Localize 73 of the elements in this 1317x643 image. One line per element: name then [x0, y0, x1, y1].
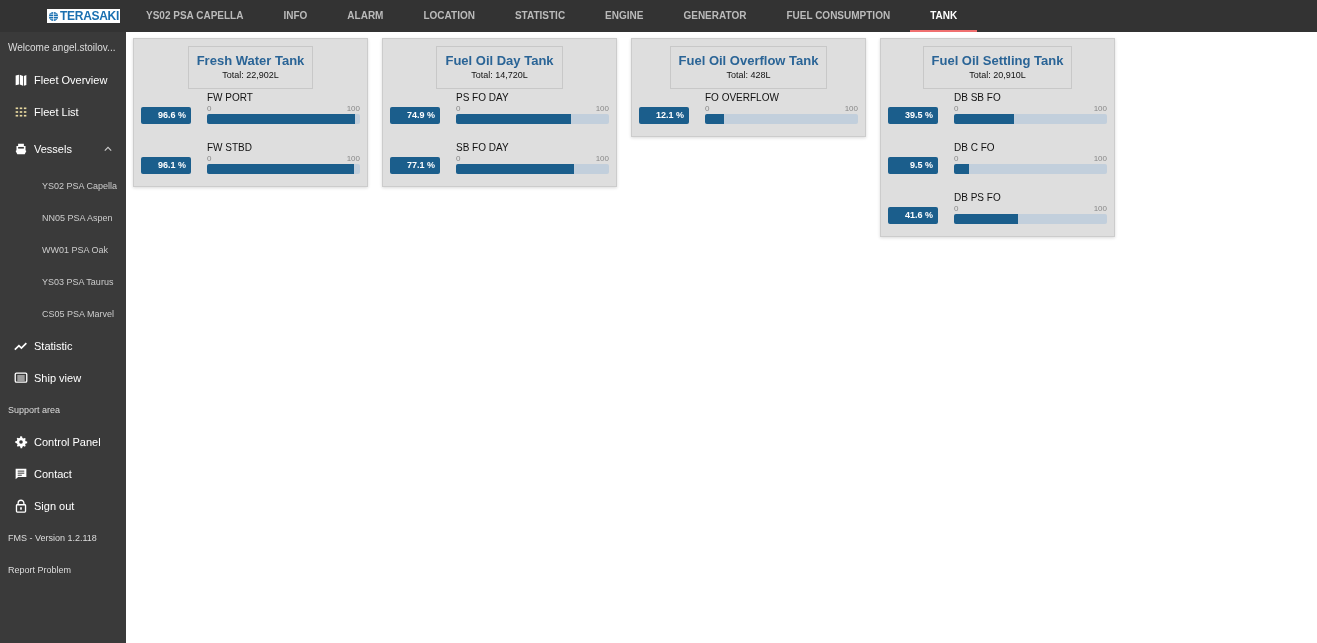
scale-max: 100: [1093, 205, 1107, 213]
logo-text: TERASAKI: [60, 9, 119, 23]
sidebar-link[interactable]: Report Problem: [0, 554, 126, 586]
sidebar-link[interactable]: FMS - Version 1.2.118: [0, 522, 126, 554]
tank-title: Fuel Oil Day Tank: [445, 53, 554, 68]
nav-tab[interactable]: INFO: [263, 0, 328, 32]
scale-max: 100: [346, 155, 360, 163]
scale-max: 100: [595, 155, 609, 163]
tank-total: Total: 14,720L: [470, 70, 529, 80]
tank-title: Fuel Oil Settling Tank: [931, 53, 1064, 68]
scale-max: 100: [346, 105, 360, 113]
nav-tab[interactable]: ALARM: [327, 0, 404, 32]
tank-title: Fuel Oil Overflow Tank: [678, 53, 819, 68]
gauge-label: DB C FO: [954, 142, 996, 153]
gauge-label: FW STBD: [207, 142, 253, 153]
nav-tab[interactable]: TANK: [910, 0, 978, 32]
scale-max: 100: [1093, 155, 1107, 163]
scale-min: 0: [705, 105, 710, 113]
scale-min: 0: [207, 105, 212, 113]
gauge-label: FW PORT: [207, 92, 254, 103]
tank-total: Total: 428L: [725, 70, 772, 80]
gauge-label: DB SB FO: [954, 92, 1002, 103]
tank-title: Fresh Water Tank: [196, 53, 305, 68]
map-icon: [14, 73, 28, 87]
vessel-item[interactable]: CS05 PSA Marvel: [0, 298, 126, 330]
vessel-item[interactable]: WW01 PSA Oak: [0, 234, 126, 266]
chat-icon: [14, 467, 28, 481]
sidebar-item[interactable]: Control Panel: [0, 426, 126, 458]
gauge-label: SB FO DAY: [456, 142, 510, 153]
sidebar-item[interactable]: Vessels: [0, 128, 126, 170]
percentage-badge: 41.6 %: [888, 207, 938, 224]
sidebar-item[interactable]: Sign out: [0, 490, 126, 522]
percentage-badge: 96.1 %: [141, 157, 191, 174]
nav-tab[interactable]: STATISTIC: [494, 0, 586, 32]
sidebar-item[interactable]: Statistic: [0, 330, 126, 362]
lock-icon: [14, 499, 28, 513]
scale-min: 0: [456, 155, 461, 163]
settings-icon: [14, 435, 28, 449]
scale-max: 100: [1093, 105, 1107, 113]
gauge-label: PS FO DAY: [456, 92, 510, 103]
tank-total: Total: 20,910L: [968, 70, 1027, 80]
scale-min: 0: [207, 155, 212, 163]
scale-min: 0: [954, 205, 959, 213]
vessel-item[interactable]: YS02 PSA Capella: [0, 170, 126, 202]
percentage-badge: 74.9 %: [390, 107, 440, 124]
percentage-badge: 9.5 %: [888, 157, 938, 174]
vessel-item[interactable]: NN05 PSA Aspen: [0, 202, 126, 234]
nav-tab[interactable]: ENGINE: [585, 0, 664, 32]
sidebar-item[interactable]: Fleet Overview: [0, 64, 126, 96]
nav-tab[interactable]: FUEL CONSUMPTION: [766, 0, 911, 32]
nav-tab[interactable]: LOCATION: [403, 0, 495, 32]
scale-max: 100: [595, 105, 609, 113]
gauge-label: FO OVERFLOW: [705, 92, 780, 103]
percentage-badge: 77.1 %: [390, 157, 440, 174]
gauge-label: DB PS FO: [954, 192, 1002, 203]
sidebar-item[interactable]: Contact: [0, 458, 126, 490]
sidebar-item[interactable]: Ship view: [0, 362, 126, 394]
percentage-badge: 12.1 %: [639, 107, 689, 124]
nav-tab[interactable]: YS02 PSA CAPELLA: [126, 0, 264, 32]
screen-icon: [14, 371, 28, 385]
scale-min: 0: [954, 155, 959, 163]
percentage-badge: 96.6 %: [141, 107, 191, 124]
sidebar-item[interactable]: Fleet List: [0, 96, 126, 128]
scale-max: 100: [844, 105, 858, 113]
scale-min: 0: [456, 105, 461, 113]
tank-total: Total: 22,902L: [221, 70, 280, 80]
percentage-badge: 39.5 %: [888, 107, 938, 124]
welcome-text: Welcome angel.stoilov...: [7, 41, 117, 55]
nav-tab[interactable]: GENERATOR: [663, 0, 767, 32]
grid-icon: [14, 105, 28, 119]
sidebar-link[interactable]: Support area: [0, 394, 126, 426]
scale-min: 0: [954, 105, 959, 113]
vessel-item[interactable]: YS03 PSA Taurus: [0, 266, 126, 298]
